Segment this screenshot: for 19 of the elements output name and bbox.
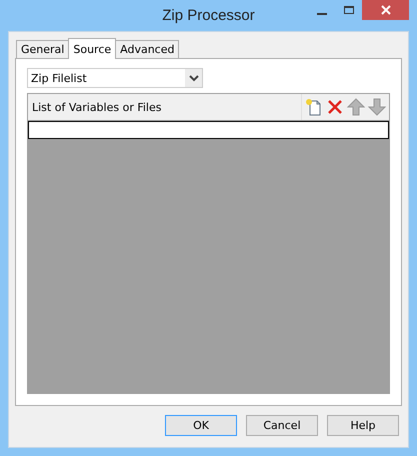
dialog-button[interactable]: Help [327,415,399,436]
tab[interactable]: Source [68,38,116,59]
tab[interactable]: Advanced [115,40,180,58]
up-arrow-icon[interactable] [347,98,365,116]
window-title: Zip Processor [162,7,255,24]
dialog-button[interactable]: Cancel [246,415,318,436]
close-button[interactable] [362,0,409,20]
down-arrow-icon[interactable] [368,98,386,116]
new-file-icon[interactable] [305,98,323,116]
maximize-icon [342,5,354,15]
column-header: List of Variables or Files [31,100,162,114]
close-icon [380,4,392,16]
dialog-button[interactable]: OK [165,415,237,436]
list-input-field[interactable] [28,121,389,139]
chevron-down-icon [188,74,198,82]
tab[interactable]: General [16,40,70,58]
source-dropdown[interactable]: Zip Filelist [27,68,203,88]
minimize-icon [316,13,326,15]
delete-icon[interactable] [326,98,344,116]
